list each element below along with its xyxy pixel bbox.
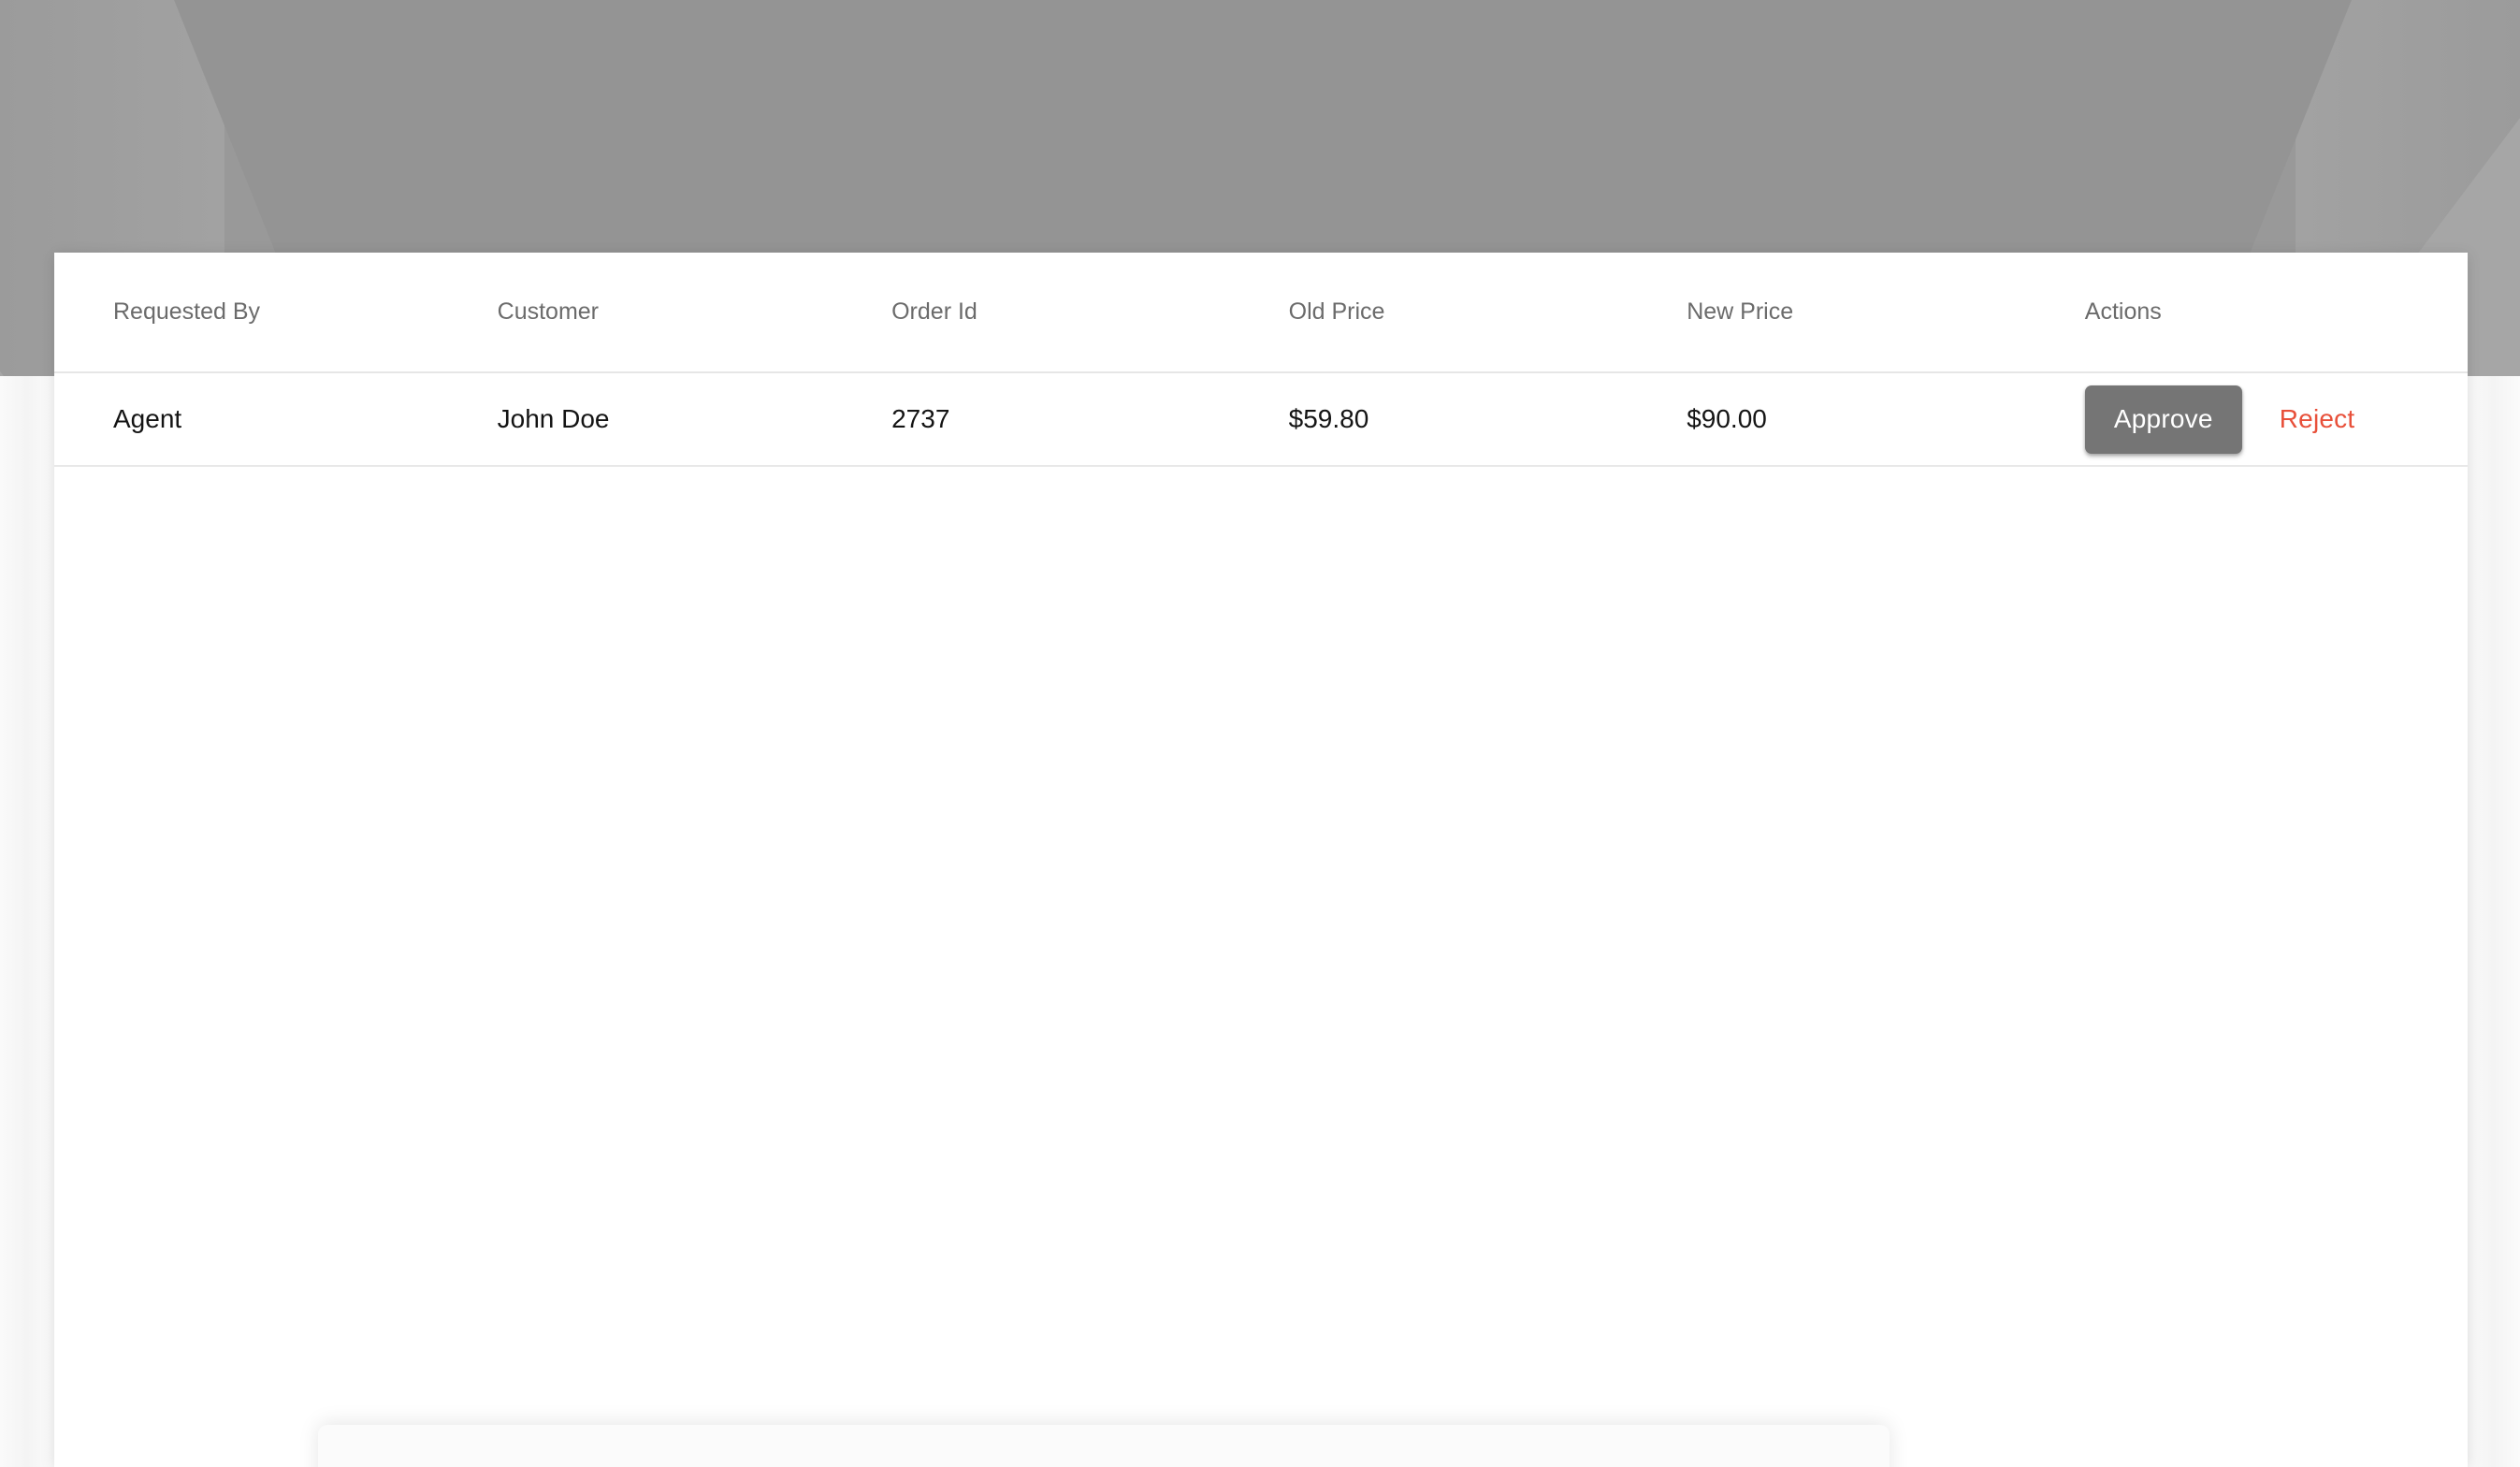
column-header-customer: Customer (497, 253, 892, 373)
column-header-new-price: New Price (1687, 253, 2085, 373)
page-gutter-right (2468, 376, 2520, 1467)
approve-button[interactable]: Approve (2084, 385, 2242, 454)
table-row: Agent John Doe 2737 $59.80 $90.00 Approv… (54, 372, 2468, 467)
cell-customer: John Doe (497, 372, 892, 467)
column-header-order-id: Order Id (891, 253, 1289, 373)
column-header-actions: Actions (2084, 253, 2468, 373)
cell-new-price: $90.00 (1687, 372, 2085, 467)
column-header-requested-by: Requested By (54, 253, 498, 373)
column-header-old-price: Old Price (1288, 253, 1687, 373)
cell-order-id: 2737 (891, 372, 1289, 467)
reject-button[interactable]: Reject (2263, 385, 2372, 454)
cell-actions: Approve Reject (2084, 372, 2468, 467)
table-body: Agent John Doe 2737 $59.80 $90.00 Approv… (54, 372, 2468, 467)
cell-requested-by: Agent (54, 372, 498, 467)
app-root: Requested By Customer Order Id Old Price… (0, 0, 2520, 1467)
table-header-row: Requested By Customer Order Id Old Price… (54, 253, 2468, 373)
price-change-approvals-table: Requested By Customer Order Id Old Price… (54, 253, 2468, 467)
page-gutter-left (0, 376, 54, 1467)
cell-old-price: $59.80 (1288, 372, 1687, 467)
table-header: Requested By Customer Order Id Old Price… (54, 253, 2468, 373)
snackbar-shadow (318, 1425, 1890, 1467)
row-actions: Approve Reject (2084, 385, 2468, 454)
approvals-card: Requested By Customer Order Id Old Price… (54, 253, 2468, 1467)
